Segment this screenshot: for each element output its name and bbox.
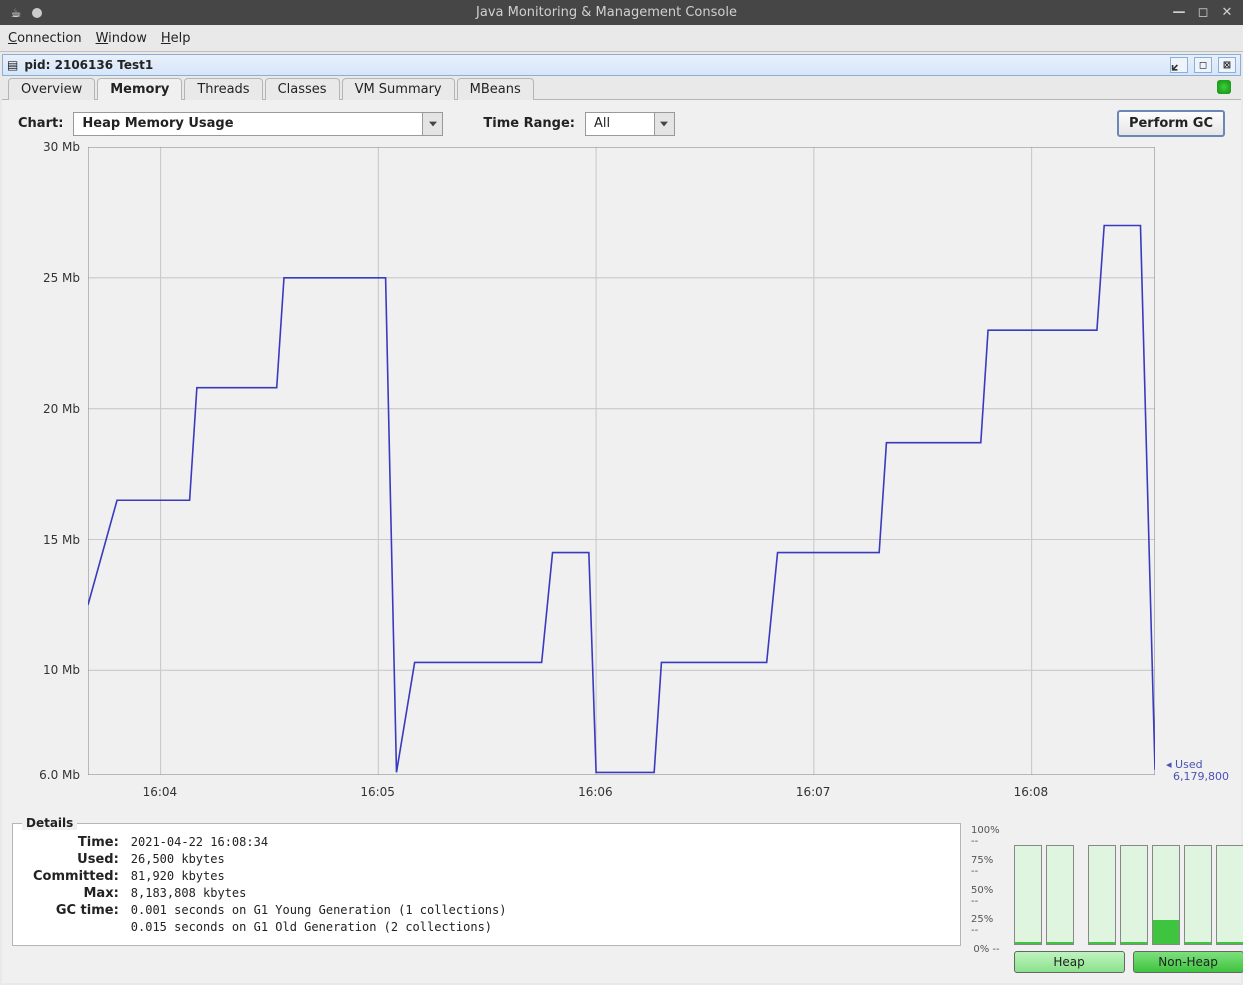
detail-gc-label: GC time: — [27, 902, 125, 919]
internal-minimize-button[interactable] — [1170, 57, 1188, 73]
timerange-select[interactable]: All — [585, 112, 675, 136]
x-tick-label: 16:06 — [578, 785, 613, 799]
memory-pool-bar[interactable] — [1152, 845, 1180, 945]
y-tick-label: 15 Mb — [18, 533, 80, 547]
detail-time-label: Time: — [27, 834, 125, 851]
chevron-down-icon — [422, 113, 442, 135]
connection-status-icon — [1217, 80, 1231, 94]
internal-window-title: pid: 2106136 Test1 — [24, 58, 153, 72]
bar-y-tick: 0% -- — [973, 944, 999, 955]
internal-maximize-button[interactable]: ◻ — [1194, 57, 1212, 73]
bar-y-tick: 25% -- — [971, 914, 1000, 936]
menubar: Connection Window Help — [0, 25, 1243, 52]
chart-label: Chart: — [18, 116, 63, 131]
menu-help[interactable]: Help — [161, 31, 191, 46]
minimize-button[interactable]: — — [1171, 5, 1187, 20]
tab-overview[interactable]: Overview — [8, 78, 95, 100]
java-icon: ☕ — [8, 5, 24, 21]
titlebar: ☕ Java Monitoring & Management Console —… — [0, 0, 1243, 25]
y-tick-label: 6.0 Mb — [18, 768, 80, 782]
tab-content-memory: Chart: Heap Memory Usage Time Range: All… — [2, 100, 1241, 983]
x-tick-label: 16:08 — [1014, 785, 1049, 799]
internal-close-button[interactable]: ⊠ — [1218, 57, 1236, 73]
memory-pool-bar[interactable] — [1216, 845, 1243, 945]
maximize-button[interactable]: ◻ — [1195, 5, 1211, 20]
detail-gc-line1: 0.001 seconds on G1 Young Generation (1 … — [125, 902, 513, 919]
x-tick-label: 16:04 — [143, 785, 178, 799]
y-tick-label: 25 Mb — [18, 271, 80, 285]
details-heading: Details — [22, 816, 77, 830]
internal-window-titlebar: ▤ pid: 2106136 Test1 ◻ ⊠ — [2, 54, 1241, 76]
tab-classes[interactable]: Classes — [265, 78, 340, 100]
timerange-label: Time Range: — [483, 116, 575, 131]
chart-select[interactable]: Heap Memory Usage — [73, 112, 443, 136]
heap-bar-group — [1014, 823, 1074, 947]
chart-used-marker: ◂ Used 6,179,800 — [1166, 759, 1229, 783]
detail-max-label: Max: — [27, 885, 125, 902]
detail-max-value: 8,183,808 kbytes — [125, 885, 513, 902]
detail-committed-label: Committed: — [27, 868, 125, 885]
y-tick-label: 30 Mb — [18, 140, 80, 154]
chart-select-value: Heap Memory Usage — [74, 116, 422, 131]
memory-pool-bar[interactable] — [1120, 845, 1148, 945]
chart-controls: Chart: Heap Memory Usage Time Range: All… — [12, 106, 1231, 147]
tab-mbeans[interactable]: MBeans — [457, 78, 534, 100]
memory-pool-bars: 100% --75% --50% --25% --0% -- Heap Non-… — [971, 823, 1231, 973]
close-button[interactable]: ✕ — [1219, 5, 1235, 20]
detail-used-value: 26,500 kbytes — [125, 851, 513, 868]
memory-pool-bar[interactable] — [1088, 845, 1116, 945]
tab-memory[interactable]: Memory — [97, 78, 182, 100]
detail-used-label: Used: — [27, 851, 125, 868]
bar-y-tick: 50% -- — [971, 885, 1000, 907]
x-tick-label: 16:05 — [360, 785, 395, 799]
document-icon: ▤ — [7, 58, 18, 72]
y-tick-label: 20 Mb — [18, 402, 80, 416]
x-tick-label: 16:07 — [796, 785, 831, 799]
menu-window[interactable]: Window — [96, 31, 147, 46]
memory-chart: ◂ Used 6,179,800 30 Mb25 Mb20 Mb15 Mb10 … — [12, 147, 1231, 807]
nonheap-button[interactable]: Non-Heap — [1133, 951, 1243, 973]
timerange-select-value: All — [586, 116, 654, 131]
app-window: ☕ Java Monitoring & Management Console —… — [0, 0, 1243, 985]
nonheap-bar-group — [1088, 823, 1243, 947]
details-panel: Time:2021-04-22 16:08:34 Used:26,500 kby… — [12, 823, 961, 946]
bar-y-tick: 75% -- — [971, 855, 1000, 877]
menu-connection[interactable]: Connection — [8, 31, 82, 46]
window-title: Java Monitoring & Management Console — [50, 5, 1163, 20]
details-section: Details Time:2021-04-22 16:08:34 Used:26… — [12, 807, 1231, 973]
mdi-area: ▤ pid: 2106136 Test1 ◻ ⊠ Overview Memory… — [0, 52, 1243, 985]
detail-gc-line2: 0.015 seconds on G1 Old Generation (2 co… — [125, 919, 513, 935]
memory-pool-bar[interactable] — [1014, 845, 1042, 945]
bar-y-tick: 100% -- — [971, 825, 1000, 847]
tab-bar: Overview Memory Threads Classes VM Summa… — [2, 76, 1241, 100]
memory-pool-bar[interactable] — [1184, 845, 1212, 945]
tab-threads[interactable]: Threads — [184, 78, 262, 100]
detail-time-value: 2021-04-22 16:08:34 — [125, 834, 513, 851]
window-dot-icon — [32, 8, 42, 18]
memory-pool-bar[interactable] — [1046, 845, 1074, 945]
y-tick-label: 10 Mb — [18, 663, 80, 677]
tab-vmsummary[interactable]: VM Summary — [342, 78, 455, 100]
chevron-down-icon — [654, 113, 674, 135]
perform-gc-button[interactable]: Perform GC — [1117, 110, 1225, 137]
detail-committed-value: 81,920 kbytes — [125, 868, 513, 885]
heap-button[interactable]: Heap — [1014, 951, 1125, 973]
